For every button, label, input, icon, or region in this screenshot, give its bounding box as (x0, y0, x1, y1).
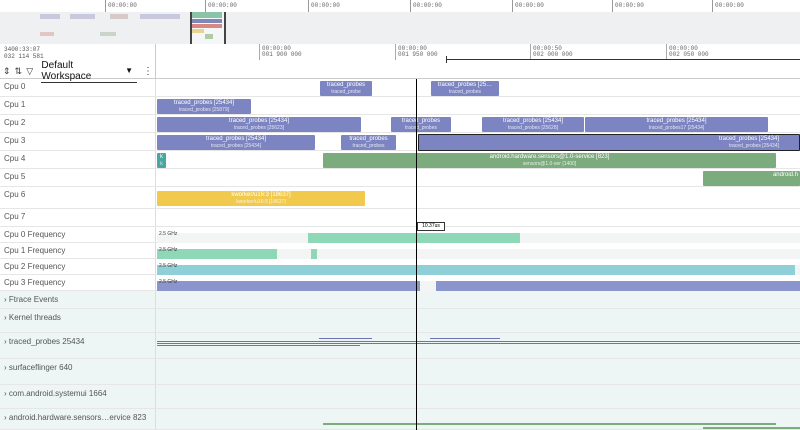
track-group-systemui[interactable]: › com.android.systemui 1664 (0, 385, 800, 409)
track-label: Cpu 2 (0, 115, 156, 132)
track-cpu-3-frequency[interactable]: Cpu 3 Frequency 2.5 GHz (0, 275, 800, 291)
overview-viewport-window[interactable] (190, 12, 226, 44)
overview-tick: 00:00:00 (712, 0, 744, 12)
thread-activity (323, 423, 776, 425)
frequency-bar (421, 233, 520, 243)
overview-tick: 00:00:00 (612, 0, 644, 12)
overview-tick: 00:00:00 (105, 0, 137, 12)
track-cpu-0[interactable]: Cpu 0 traced_probes traced_probe traced_p… (0, 79, 800, 97)
overview-tick: 00:00:00 (205, 0, 237, 12)
cpu-slice[interactable]: traced_probes [25434] traced_probes [2543… (157, 135, 315, 150)
track-cpu-0-frequency[interactable]: Cpu 0 Frequency 2.5 GHz (0, 227, 800, 243)
frequency-scale-label: 2.5 GHz (159, 279, 178, 285)
filter-icon[interactable]: ▽ (26, 66, 33, 77)
track-label: Cpu 4 (0, 151, 156, 168)
cpu-slice[interactable]: traced_probes [25… traced_probes (431, 81, 499, 96)
track-group-label: › com.android.systemui 1664 (0, 385, 156, 408)
overview-activity (0, 12, 800, 44)
sort-icon[interactable]: ⇅ (15, 66, 23, 77)
overview-tick: 00:00:00 (308, 0, 340, 12)
track-group-traced-probes[interactable]: › traced_probes 25434 (0, 333, 800, 359)
track-cpu-6[interactable]: Cpu 6 kworker/u16:3 [18637] kworker/u16:3… (0, 187, 800, 209)
track-cpu-7[interactable]: Cpu 7 (0, 209, 800, 227)
track-label: Cpu 1 (0, 97, 156, 114)
track-cpu-4[interactable]: Cpu 4 kk android.hardware.sensors@1.0-se… (0, 151, 800, 169)
overview-ticks: 00:00:00 00:00:00 00:00:00 00:00:00 00:0… (0, 0, 800, 12)
thread-activity (430, 338, 500, 339)
overview-tick: 00:00:00 (410, 0, 442, 12)
frequency-bar (436, 281, 800, 291)
track-label: Cpu 5 (0, 169, 156, 186)
track-group-label: › Ftrace Events (0, 291, 156, 308)
track-label: Cpu 6 (0, 187, 156, 208)
track-group-label: › surfaceflinger 640 (0, 359, 156, 384)
thread-activity (703, 427, 800, 429)
ruler-tick: 00:00:00 001 950 000 (395, 44, 438, 60)
ruler-tick: 00:00:00 002 050 000 (666, 44, 709, 60)
track-group-label: › android.hardware.sensors…ervice 823 (0, 409, 156, 429)
overview-tick: 00:00:00 (512, 0, 544, 12)
thread-activity (157, 343, 800, 344)
timeline-header: 3400:33:07 032 114 581 ⇕ ⇅ ▽ Default Wor… (0, 44, 800, 83)
track-label: Cpu 3 Frequency (0, 275, 156, 290)
chevron-down-icon: ▼ (125, 66, 133, 75)
cpu-slice[interactable]: kk (157, 153, 166, 168)
trace-start-time: 3400:33:07 032 114 581 (4, 46, 44, 60)
frequency-scale-label: 2.5 GHz (159, 231, 178, 237)
time-cursor[interactable] (416, 79, 417, 430)
thread-activity (319, 338, 372, 339)
frequency-scale-label: 2.5 GHz (159, 247, 178, 253)
cpu-slice[interactable]: traced_probes traced_probes (341, 135, 396, 150)
frequency-bar (311, 249, 317, 259)
track-cpu-2-frequency[interactable]: Cpu 2 Frequency 2.5 GHz (0, 259, 800, 275)
track-label: Cpu 0 (0, 79, 156, 96)
track-label: Cpu 3 (0, 133, 156, 150)
cpu-slice[interactable]: traced_probes traced_probes (391, 117, 451, 132)
track-cpu-2[interactable]: Cpu 2 traced_probes [25434] traced_probes… (0, 115, 800, 133)
track-label: Cpu 1 Frequency (0, 243, 156, 258)
cpu-slice[interactable]: android.hardware.sensors@1.0-service [82… (323, 153, 776, 168)
workspace-toolbar: ⇕ ⇅ ▽ Default Workspace ▼ ⋮ (3, 60, 153, 83)
track-label: Cpu 7 (0, 209, 156, 226)
timeline-overview[interactable]: 00:00:00 00:00:00 00:00:00 00:00:00 00:0… (0, 0, 800, 44)
track-group-ftrace-events[interactable]: › Ftrace Events (0, 291, 800, 309)
cpu-slice[interactable]: kworker/u16:3 [18637] kworker/u16:3 [1863… (157, 191, 365, 206)
frequency-scale-label: 2.5 GHz (159, 263, 178, 269)
track-group-label: › traced_probes 25434 (0, 333, 156, 358)
ruler-tick: 00:00:00 001 900 000 (259, 44, 302, 60)
frequency-bar (308, 233, 422, 243)
cpu-slice[interactable]: traced_probes [25434] traced_probes [2562… (157, 117, 361, 132)
track-cpu-3[interactable]: Cpu 3 traced_probes [25434] traced_probes… (0, 133, 800, 151)
thread-activity (157, 345, 360, 346)
thread-activity (157, 341, 800, 342)
track-label: Cpu 2 Frequency (0, 259, 156, 274)
track-group-surfaceflinger[interactable]: › surfaceflinger 640 (0, 359, 800, 385)
cpu-slice[interactable]: traced_probes [25434] traced_probes17 [25… (585, 117, 768, 132)
track-group-sensors-service[interactable]: › android.hardware.sensors…ervice 823 (0, 409, 800, 430)
frequency-bar (157, 265, 795, 275)
cpu-slice[interactable]: traced_probes traced_probe (320, 81, 372, 96)
frequency-bar (157, 281, 420, 291)
cpu-slice[interactable]: android.h (703, 171, 800, 186)
cpu-slice[interactable]: traced_probes [25434] traced_probes [2587… (157, 99, 251, 114)
duration-label: 10.37us (417, 222, 445, 231)
selection-range-marker[interactable] (446, 56, 800, 63)
track-group-label: › Kernel threads (0, 309, 156, 332)
selected-cpu-slice[interactable]: traced_probes [25434] traced_probes [2543… (418, 134, 800, 151)
cpu-slice[interactable]: traced_probes [25434] traced_probes [2562… (482, 117, 584, 132)
more-options-icon[interactable]: ⋮ (143, 66, 153, 77)
expand-collapse-icon[interactable]: ⇕ (3, 66, 11, 77)
track-cpu-1-frequency[interactable]: Cpu 1 Frequency 2.5 GHz (0, 243, 800, 259)
track-label: Cpu 0 Frequency (0, 227, 156, 242)
track-group-kernel-threads[interactable]: › Kernel threads (0, 309, 800, 333)
track-cpu-1[interactable]: Cpu 1 traced_probes [25434] traced_probes… (0, 97, 800, 115)
track-cpu-5[interactable]: Cpu 5 android.h (0, 169, 800, 187)
track-list: Cpu 0 traced_probes traced_probe traced_p… (0, 79, 800, 430)
ruler-tick: 00:00:50 002 000 000 (530, 44, 573, 60)
header-controls: 3400:33:07 032 114 581 ⇕ ⇅ ▽ Default Wor… (0, 44, 156, 83)
